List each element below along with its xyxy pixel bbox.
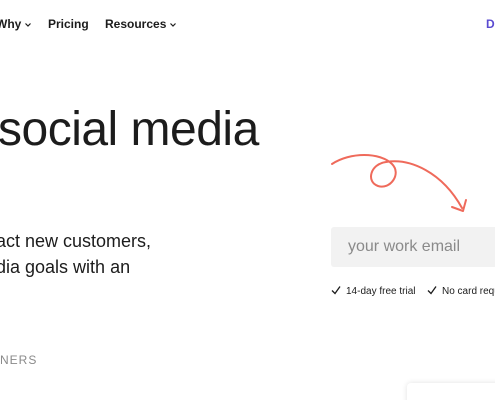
nav-pricing-label: Pricing [48,17,89,31]
benefit-no-card-label: No card requ [442,286,495,297]
hero-subtitle-line-1: act new customers, [0,231,152,251]
benefit-free-trial: 14-day free trial [331,285,415,299]
partners-label: NERS [0,353,38,367]
hero-subtitle: act new customers, dia goals with an [0,228,151,280]
nav-demo-link[interactable]: D [486,16,495,32]
hero-subtitle-line-2: dia goals with an [0,257,131,277]
chevron-down-icon [25,22,32,27]
nav-why[interactable]: Why [0,16,32,32]
nav-resources-label: Resources [105,17,167,31]
landing-page: Why Pricing Resources D social media act… [0,0,495,400]
benefit-free-trial-label: 14-day free trial [346,286,416,297]
benefit-no-card: No card requ [427,285,495,299]
chevron-down-icon [170,22,177,27]
top-nav: Why Pricing Resources [0,16,495,32]
hero-headline: social media [0,103,259,156]
nav-why-label: Why [0,17,22,31]
floating-card [407,383,495,400]
nav-resources[interactable]: Resources [105,16,177,32]
work-email-input[interactable]: your work email [331,227,495,267]
nav-pricing[interactable]: Pricing [48,16,89,32]
checkmark-icon [427,286,437,295]
checkmark-icon [331,286,341,295]
curly-arrow-icon [331,154,467,212]
